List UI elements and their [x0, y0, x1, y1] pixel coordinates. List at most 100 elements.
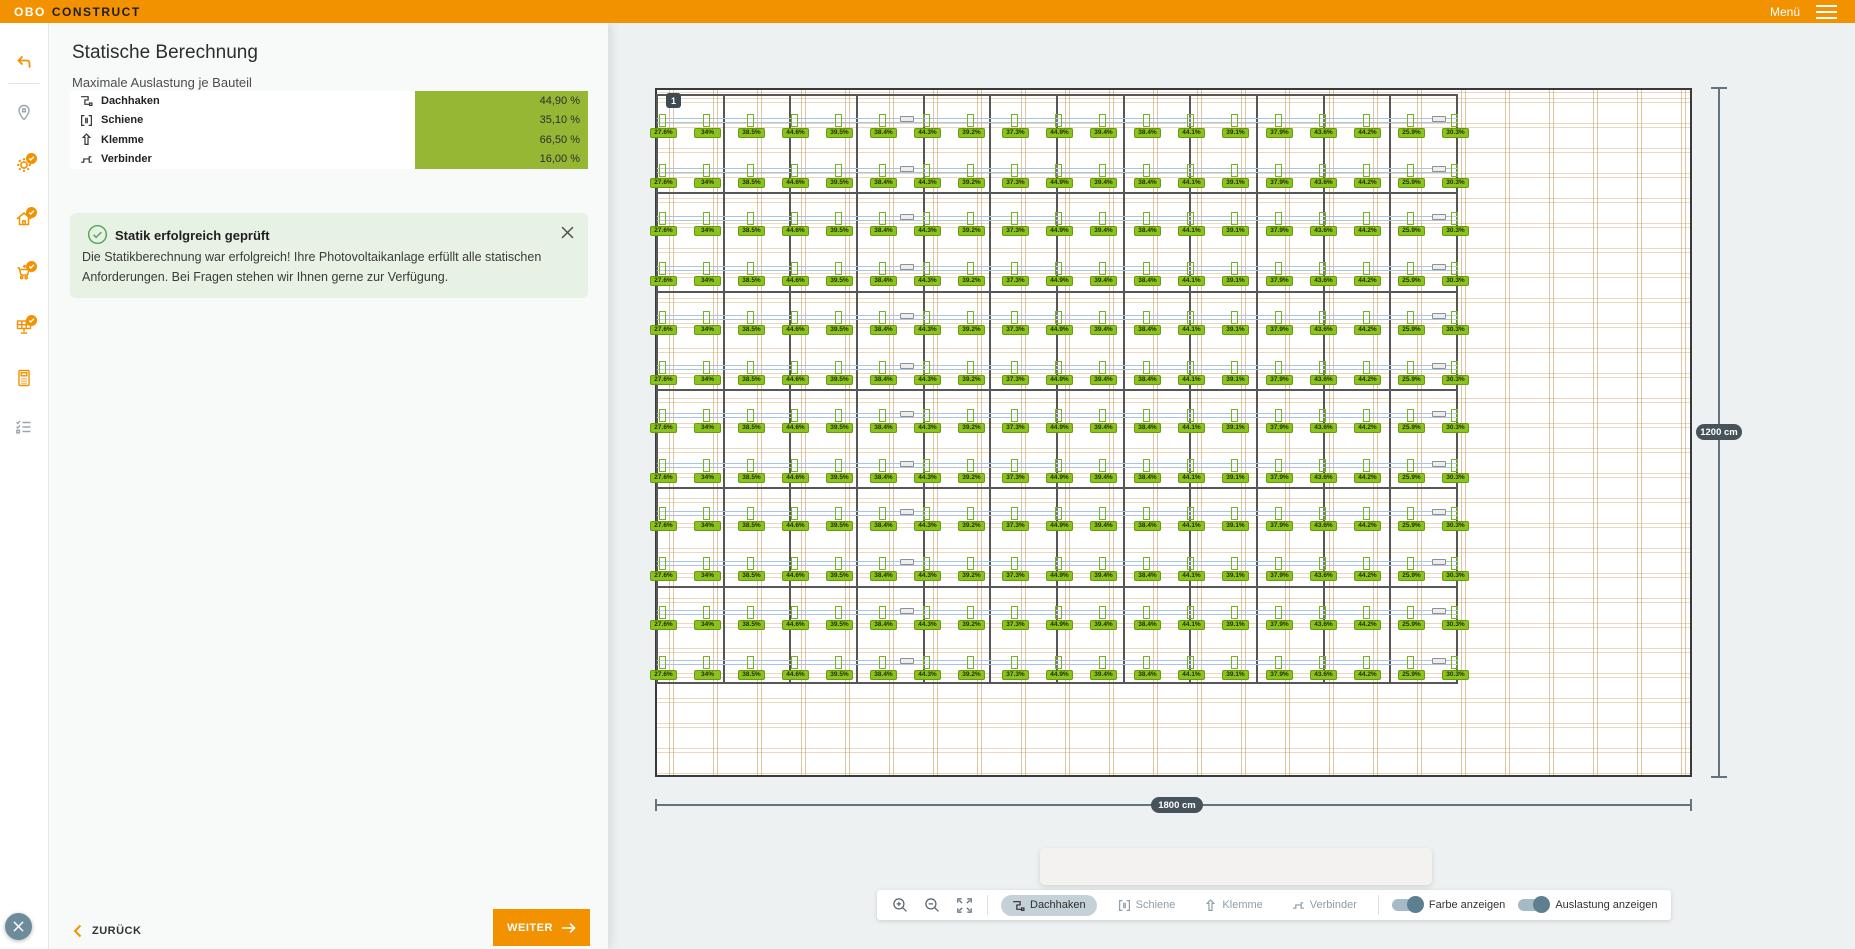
fit-screen-icon[interactable]	[955, 896, 974, 915]
roof-hook-marker	[967, 409, 974, 422]
roof-hook-marker	[1319, 114, 1326, 127]
close-fab-button[interactable]	[5, 913, 32, 940]
dimension-cap	[1711, 87, 1727, 89]
hook-utilization-label: 44.6%	[782, 128, 809, 138]
roof-hook-marker	[1319, 507, 1326, 520]
hook-utilization-label: 27.6%	[650, 276, 677, 286]
roof-hook-marker	[1055, 114, 1062, 127]
hook-utilization-label: 43.6%	[1310, 226, 1337, 236]
toolbar-button-dachhaken[interactable]: Dachhaken	[1001, 895, 1097, 916]
zoom-out-icon[interactable]	[923, 896, 942, 915]
hook-utilization-label: 39.5%	[826, 226, 853, 236]
roof-hook-marker	[1187, 459, 1194, 472]
roof-hook-marker	[1451, 114, 1458, 127]
hook-utilization-label: 27.6%	[650, 620, 677, 630]
roof-hook-marker	[1319, 656, 1326, 669]
hook-utilization-label: 44.2%	[1354, 571, 1381, 581]
zoom-in-icon[interactable]	[891, 896, 910, 915]
roof-hook-marker	[1231, 507, 1238, 520]
rail-splice	[1432, 559, 1446, 565]
toolbar-button-verbinder[interactable]: Verbinder	[1284, 895, 1365, 916]
hook-utilization-label: 38.4%	[870, 423, 897, 433]
calculator-icon[interactable]	[14, 368, 34, 388]
roof-hook-marker	[923, 409, 930, 422]
next-button-label: WEITER	[507, 922, 553, 934]
roof-hook-marker	[879, 262, 886, 275]
back-arrow-icon[interactable]	[14, 53, 34, 73]
hook-utilization-label: 44.1%	[1178, 423, 1205, 433]
roof-hook-marker	[1407, 557, 1414, 570]
hook-utilization-label: 44.3%	[914, 571, 941, 581]
hook-utilization-label: 38.4%	[870, 178, 897, 188]
roof-hook-marker	[835, 262, 842, 275]
hook-utilization-label: 44.2%	[1354, 423, 1381, 433]
checklist-icon[interactable]	[14, 417, 34, 437]
hook-utilization-label: 37.9%	[1266, 670, 1293, 680]
hamburger-menu-icon[interactable]	[1816, 5, 1841, 19]
roof-hook-marker	[1099, 606, 1106, 619]
roof-hook-marker	[1363, 262, 1370, 275]
hook-utilization-label: 34%	[694, 128, 721, 138]
roof-hook-marker	[659, 656, 666, 669]
roof-hook-marker	[791, 557, 798, 570]
hook-utilization-label: 39.5%	[826, 375, 853, 385]
roof-hook-marker	[1143, 606, 1150, 619]
roof-hook-marker	[747, 212, 754, 225]
logo-obo: OBO	[14, 5, 46, 19]
rail-splice	[900, 214, 914, 220]
toggle-knob	[1407, 896, 1424, 913]
roof-hook-marker	[703, 557, 710, 570]
hook-utilization-label: 44.9%	[1046, 670, 1073, 680]
toolbar-button-klemme[interactable]: Klemme	[1196, 895, 1270, 916]
hook-utilization-label: 27.6%	[650, 325, 677, 335]
hook-utilization-label: 38.5%	[738, 178, 765, 188]
hook-utilization-label: 38.4%	[1134, 423, 1161, 433]
roof-hook-marker	[1319, 409, 1326, 422]
roof-hook-marker	[923, 361, 930, 374]
table-row: Schiene 35,10 %	[70, 111, 588, 131]
close-icon[interactable]	[561, 226, 574, 239]
roof-hook-marker	[879, 409, 886, 422]
clamp-icon	[1204, 899, 1217, 912]
roof-hook-marker	[1231, 557, 1238, 570]
hook-utilization-label: 44.6%	[782, 620, 809, 630]
rail-icon	[80, 114, 93, 127]
next-button[interactable]: WEITER	[493, 909, 590, 946]
hook-utilization-label: 37.9%	[1266, 276, 1293, 286]
location-pin-icon[interactable]	[14, 103, 34, 123]
roof-hook-marker	[1407, 212, 1414, 225]
hook-utilization-label: 43.6%	[1310, 325, 1337, 335]
roof-hook-marker	[967, 557, 974, 570]
roof-hook-marker	[1363, 164, 1370, 177]
app-header: OBO CONSTRUCT Menü	[0, 0, 1855, 23]
farbe-anzeigen-toggle[interactable]	[1392, 899, 1422, 911]
auslastung-anzeigen-toggle[interactable]	[1518, 899, 1548, 911]
hook-utilization-label: 37.3%	[1002, 423, 1029, 433]
toolbar-button-schiene[interactable]: Schiene	[1110, 895, 1184, 916]
hook-utilization-label: 44.1%	[1178, 128, 1205, 138]
roof-hook-marker	[791, 606, 798, 619]
hook-utilization-label: 30.3%	[1442, 325, 1469, 335]
hook-utilization-label: 38.4%	[1134, 571, 1161, 581]
hook-utilization-label: 27.6%	[650, 226, 677, 236]
roof-hook-marker	[1099, 262, 1106, 275]
back-button[interactable]: ZURÜCK	[72, 924, 141, 938]
hook-utilization-label: 37.3%	[1002, 521, 1029, 531]
hook-utilization-label: 39.5%	[826, 670, 853, 680]
hook-utilization-label: 38.4%	[870, 226, 897, 236]
dimension-tick	[655, 799, 657, 811]
hook-utilization-label: 30.3%	[1442, 620, 1469, 630]
hook-utilization-label: 44.2%	[1354, 670, 1381, 680]
roof-hook-marker	[1187, 507, 1194, 520]
hook-utilization-label: 44.1%	[1178, 670, 1205, 680]
roof-hook-marker	[835, 409, 842, 422]
menu-label[interactable]: Menü	[1770, 5, 1800, 19]
roof-hook-marker	[1363, 409, 1370, 422]
roof-drawing[interactable]: 1 27.6%34%38.5%44.6%39.5%38.4%44.3%39.2%…	[655, 88, 1692, 777]
roof-hook-marker	[703, 164, 710, 177]
roof-hook-marker	[1143, 361, 1150, 374]
hook-utilization-label: 44.2%	[1354, 226, 1381, 236]
hook-utilization-label: 39.2%	[958, 325, 985, 335]
color-toggle-group: Farbe anzeigen	[1392, 899, 1505, 911]
roof-hook-marker	[1231, 262, 1238, 275]
